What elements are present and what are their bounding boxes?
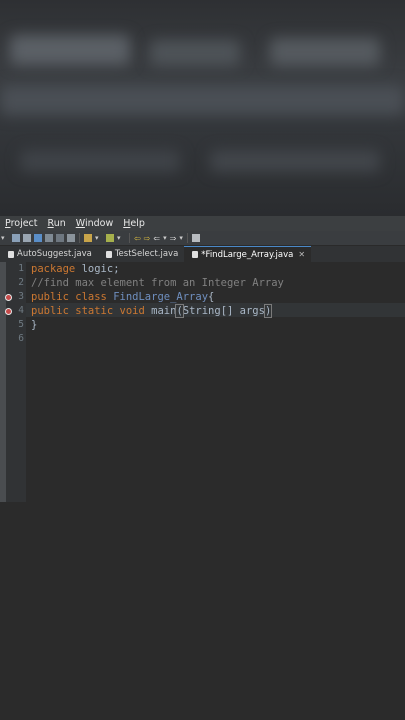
menu-run[interactable]: Run xyxy=(43,218,71,229)
line-number: 3 xyxy=(18,291,24,302)
pin-icon[interactable] xyxy=(191,234,200,242)
code-token: logic; xyxy=(75,263,120,275)
grid-icon[interactable] xyxy=(45,234,53,242)
line-number: 6 xyxy=(18,333,24,344)
menu-help[interactable]: Help xyxy=(118,218,150,229)
code-token: { xyxy=(208,291,215,303)
code-token: //find max element from an Integer Array xyxy=(31,277,284,289)
editor-tab-bar: AutoSuggest.java TestSelect.java *FindLa… xyxy=(0,246,405,262)
code-text: package logic; xyxy=(31,262,120,276)
toolbar-separator xyxy=(129,233,130,243)
error-marker-icon[interactable] xyxy=(5,294,12,301)
menu-project[interactable]: Project xyxy=(0,218,43,229)
dropdown-arrow-icon[interactable]: ▾ xyxy=(1,234,9,242)
filter-icon[interactable] xyxy=(56,234,64,242)
java-file-icon xyxy=(192,251,199,258)
code-line-1[interactable]: 1 package logic; xyxy=(0,262,405,276)
tab-label: TestSelect.java xyxy=(114,249,179,259)
code-line-6[interactable]: 6 xyxy=(0,332,405,346)
code-line-3[interactable]: 3 public class FindLarge_Array{ xyxy=(0,290,405,304)
toolbar: ▾ ▾ ▾ ⇦ ⇨ ⇐ ▾ ⇒ ▾ xyxy=(0,231,405,246)
dropdown-arrow-icon[interactable]: ▾ xyxy=(179,234,183,242)
tab-label: *FindLarge_Array.java xyxy=(201,249,294,260)
code-token: FindLarge_Array xyxy=(113,291,209,303)
code-text: } xyxy=(31,318,37,332)
dropdown-arrow-icon[interactable]: ▾ xyxy=(117,234,125,242)
code-token: void xyxy=(119,305,145,317)
blurred-video-backdrop xyxy=(0,0,405,216)
code-token: public xyxy=(31,305,69,317)
java-file-icon xyxy=(8,250,14,258)
tool-icon[interactable] xyxy=(23,234,31,242)
line-number: 2 xyxy=(18,277,24,288)
bookmark-icon[interactable] xyxy=(84,234,92,242)
dropdown-arrow-icon[interactable]: ▾ xyxy=(163,234,167,242)
back-icon[interactable]: ⇐ xyxy=(153,234,160,243)
line-number: 5 xyxy=(18,319,24,330)
code-text: public class FindLarge_Array{ xyxy=(31,290,214,304)
code-line-5[interactable]: 5} xyxy=(0,318,405,332)
java-perspective-icon[interactable] xyxy=(34,234,42,242)
toolbar-separator xyxy=(79,233,80,243)
code-token: class xyxy=(75,291,107,303)
code-line-2[interactable]: 2 //find max element from an Integer Arra… xyxy=(0,276,405,290)
forward-icon[interactable]: ⇒ xyxy=(170,234,177,243)
code-text: public static void main(String[] args) xyxy=(31,304,273,318)
next-annotation-icon[interactable]: ⇨ xyxy=(144,234,151,243)
prev-annotation-icon[interactable]: ⇦ xyxy=(134,234,141,243)
code-token: static xyxy=(75,305,114,317)
tab-label: AutoSuggest.java xyxy=(17,249,92,259)
line-number: 4 xyxy=(18,305,24,316)
close-icon[interactable]: ✕ xyxy=(298,250,305,259)
save-icon[interactable] xyxy=(12,234,20,242)
java-file-icon xyxy=(105,250,112,258)
code-token: package xyxy=(31,263,76,275)
text-caret xyxy=(271,304,273,315)
list-icon[interactable] xyxy=(67,234,75,242)
tab-testselect[interactable]: TestSelect.java xyxy=(98,246,184,262)
error-marker-icon[interactable] xyxy=(5,308,12,315)
code-token: public xyxy=(31,291,69,303)
code-token: main xyxy=(144,305,177,317)
tab-findlarge-array[interactable]: *FindLarge_Array.java ✕ xyxy=(184,246,312,262)
edit-icon[interactable] xyxy=(106,234,114,242)
code-token: } xyxy=(31,319,38,331)
menu-window[interactable]: Window xyxy=(71,218,118,229)
menu-bar: Project Run Window Help xyxy=(0,216,405,231)
dropdown-arrow-icon[interactable]: ▾ xyxy=(95,234,103,242)
code-editor[interactable]: 1 package logic; 2 //find max element from … xyxy=(0,262,405,720)
code-token: String[] args xyxy=(182,305,265,317)
toolbar-separator xyxy=(186,233,188,243)
tab-autosuggest[interactable]: AutoSuggest.java xyxy=(0,246,98,262)
line-number: 1 xyxy=(18,263,24,274)
code-line-4[interactable]: 4 public static void main(String[] args) xyxy=(0,304,405,318)
code-text: //find max element from an Integer Array xyxy=(31,276,284,290)
